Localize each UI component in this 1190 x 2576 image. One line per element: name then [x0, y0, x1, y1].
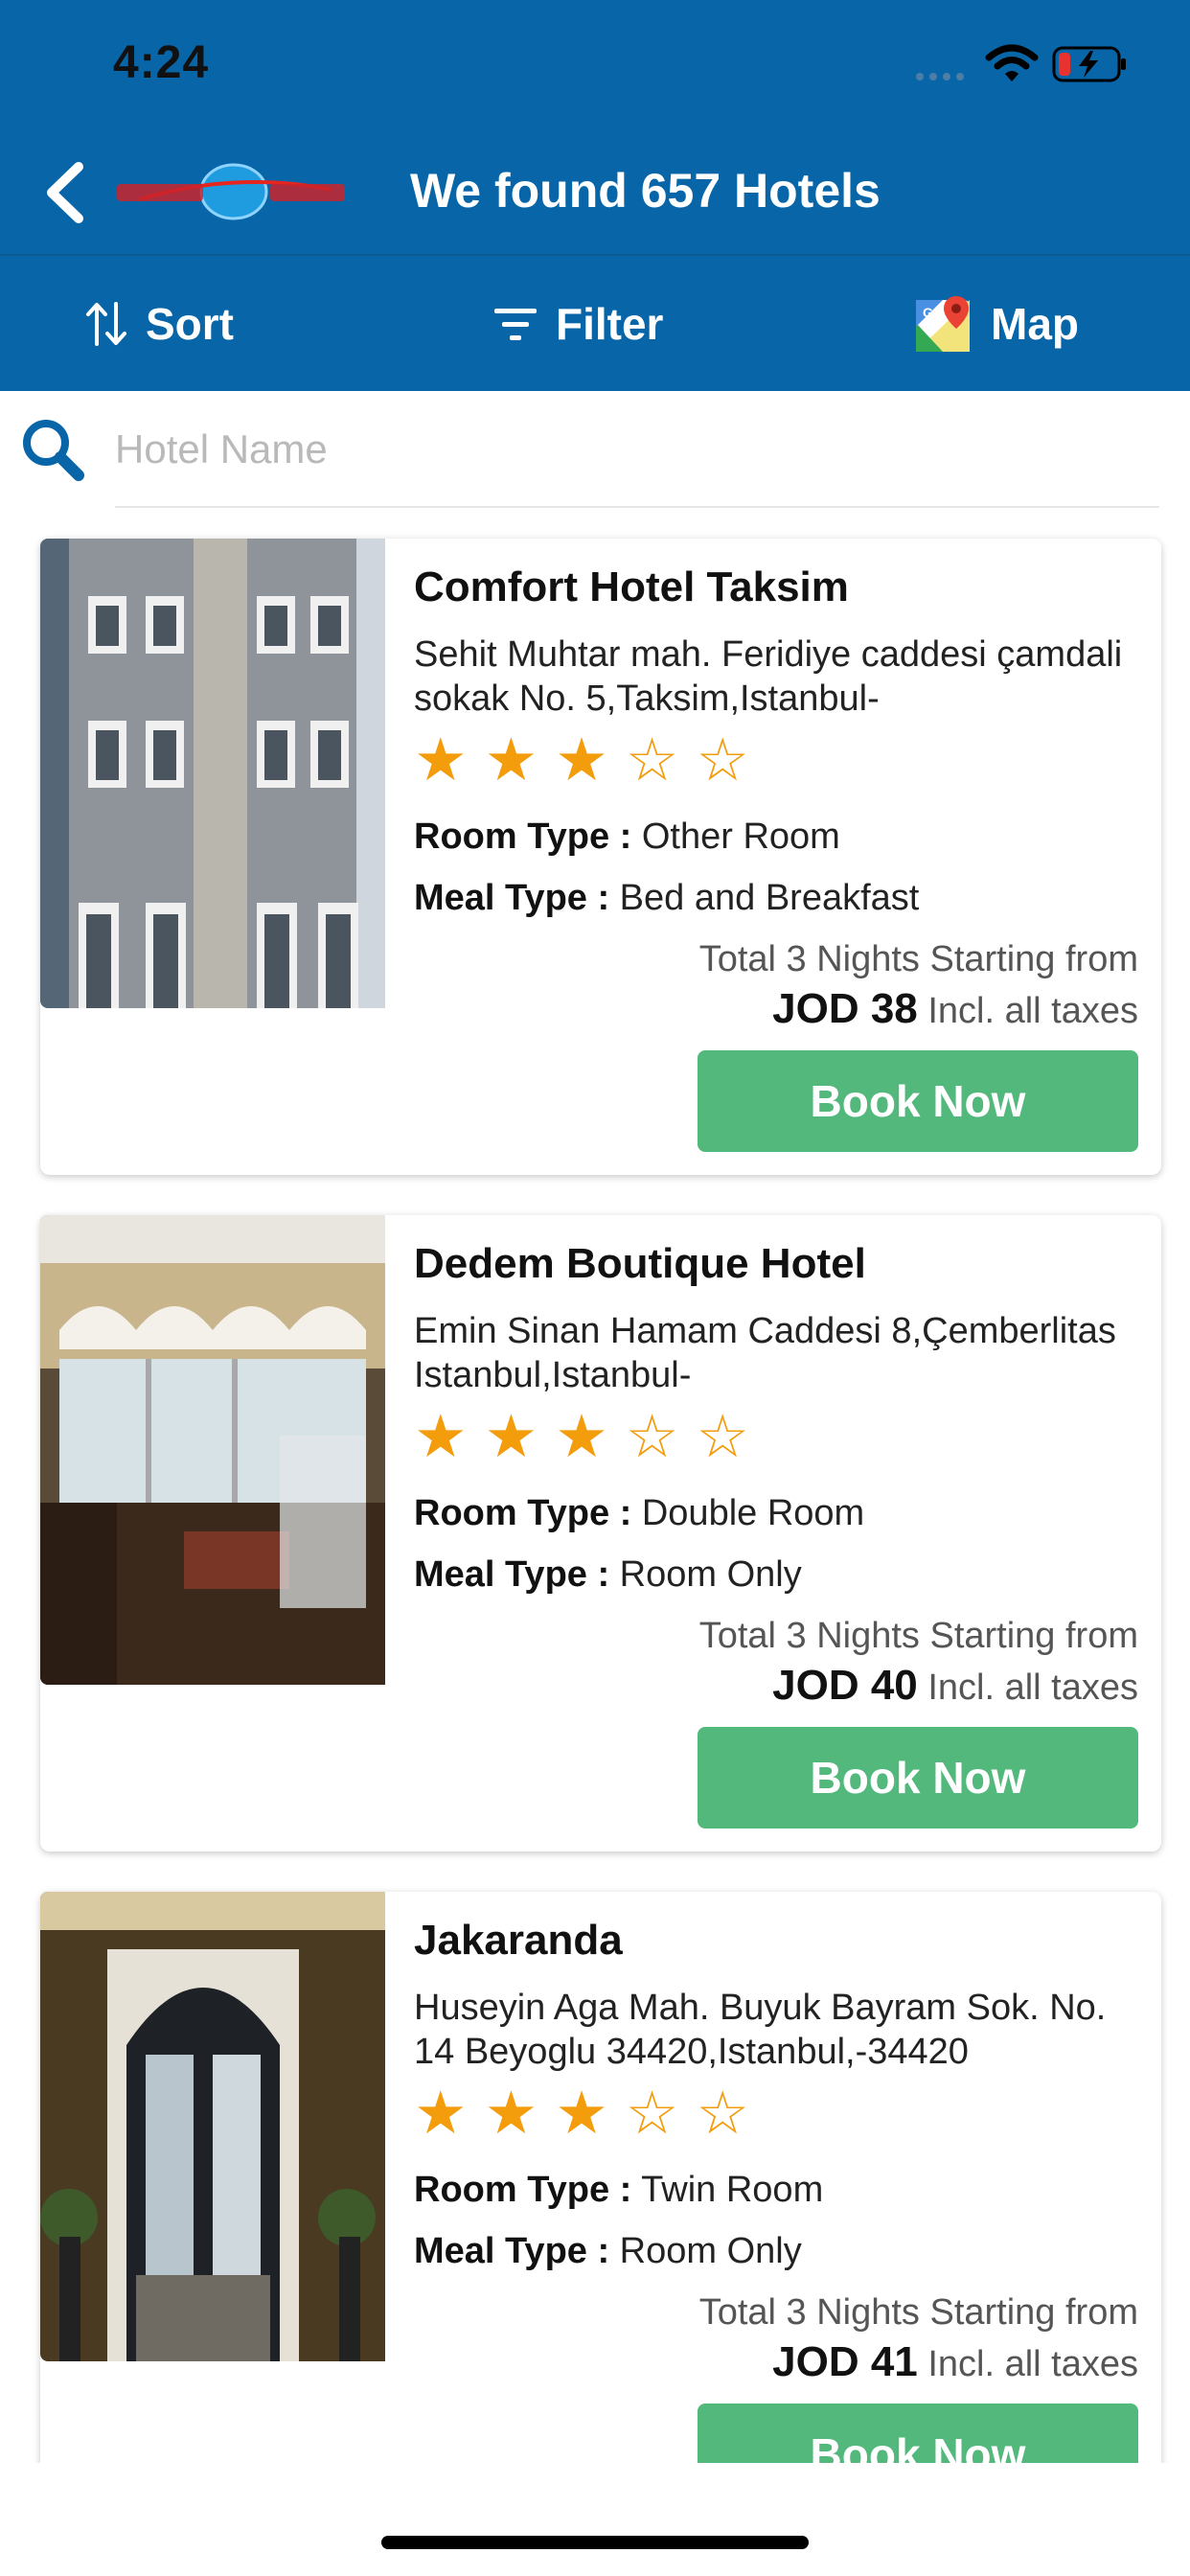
- brand-logo: [117, 163, 345, 220]
- svg-text:G: G: [923, 305, 933, 320]
- meal-type: Meal Type : Room Only: [414, 1554, 802, 1596]
- wifi-icon: [985, 44, 1039, 81]
- meal-type-value: Room Only: [609, 2231, 802, 2271]
- star-filled-icon: ★: [414, 724, 468, 794]
- page-title: We found 657 Hotels: [410, 164, 881, 218]
- cellular-signal-icon: [916, 73, 964, 80]
- hotel-address: Sehit Muhtar mah. Feridiye caddesi çamda…: [414, 634, 1123, 719]
- star-rating: ★ ★ ★ ☆ ☆: [414, 730, 749, 790]
- search-icon: [23, 420, 84, 481]
- book-now-button[interactable]: Book Now: [698, 1050, 1138, 1152]
- meal-type-value: Room Only: [609, 1554, 802, 1595]
- results-toolbar: Sort Filter G Map: [0, 257, 1190, 391]
- back-arrow-icon[interactable]: [38, 159, 96, 226]
- star-empty-icon: ☆: [625, 2078, 679, 2148]
- room-type-label: Room Type :: [414, 816, 632, 857]
- star-rating: ★ ★ ★ ☆ ☆: [414, 1407, 749, 1466]
- room-type-value: Other Room: [631, 816, 840, 857]
- meal-type: Meal Type : Room Only: [414, 2231, 802, 2272]
- home-indicator[interactable]: [381, 2536, 809, 2549]
- price: JOD 38 Incl. all taxes: [772, 985, 1138, 1033]
- hotel-card[interactable]: Jakaranda Huseyin Aga Mah. Buyuk Bayram …: [40, 1892, 1161, 2463]
- room-type-label: Room Type :: [414, 2170, 632, 2210]
- tax-note: Incl. all taxes: [917, 1668, 1138, 1708]
- battery-charging-icon: [1052, 46, 1126, 82]
- google-maps-icon: G: [916, 296, 970, 352]
- status-time: 4:24: [113, 37, 210, 88]
- price: JOD 40 Incl. all taxes: [772, 1662, 1138, 1710]
- star-filled-icon: ★: [555, 1401, 608, 1471]
- filter-icon: [494, 309, 537, 340]
- hotel-name-search-input[interactable]: [115, 420, 1150, 479]
- room-type-value: Twin Room: [631, 2170, 824, 2210]
- status-bar: 4:24: [0, 0, 1190, 125]
- hotel-photo[interactable]: [40, 1215, 385, 1685]
- price-amount: JOD 38: [772, 985, 918, 1032]
- header-divider: [0, 254, 1190, 256]
- star-empty-icon: ☆: [696, 1401, 749, 1471]
- book-now-button[interactable]: Book Now: [698, 2404, 1138, 2463]
- bottom-safe-area: [0, 2463, 1190, 2576]
- hotel-photo[interactable]: [40, 1892, 385, 2361]
- map-label: Map: [991, 299, 1079, 349]
- star-empty-icon: ☆: [696, 724, 749, 794]
- meal-type-label: Meal Type :: [414, 878, 610, 918]
- price-note: Total 3 Nights Starting from: [698, 1616, 1138, 1656]
- hotel-search-bar: [0, 391, 1190, 508]
- filter-button[interactable]: Filter: [492, 257, 663, 391]
- hotel-card[interactable]: Dedem Boutique Hotel Emin Sinan Hamam Ca…: [40, 1215, 1161, 1852]
- hotel-name[interactable]: Comfort Hotel Taksim: [414, 564, 849, 611]
- star-filled-icon: ★: [484, 1401, 538, 1471]
- sort-label: Sort: [146, 299, 234, 349]
- room-type: Room Type : Twin Room: [414, 2170, 823, 2211]
- price-note: Total 3 Nights Starting from: [698, 2292, 1138, 2333]
- hotel-name[interactable]: Jakaranda: [414, 1917, 623, 1965]
- room-type: Room Type : Double Room: [414, 1493, 864, 1534]
- meal-type-value: Bed and Breakfast: [609, 878, 920, 918]
- room-type: Room Type : Other Room: [414, 816, 840, 858]
- star-filled-icon: ★: [484, 2078, 538, 2148]
- meal-type-label: Meal Type :: [414, 2231, 610, 2271]
- room-type-value: Double Room: [631, 1493, 865, 1533]
- tax-note: Incl. all taxes: [917, 991, 1138, 1031]
- star-filled-icon: ★: [555, 724, 608, 794]
- hotel-card[interactable]: Comfort Hotel Taksim Sehit Muhtar mah. F…: [40, 539, 1161, 1175]
- price-note: Total 3 Nights Starting from: [698, 939, 1138, 979]
- hotel-address: Emin Sinan Hamam Caddesi 8,Çemberlitas I…: [414, 1311, 1116, 1395]
- hotel-address: Huseyin Aga Mah. Buyuk Bayram Sok. No. 1…: [414, 1988, 1107, 2072]
- star-filled-icon: ★: [414, 1401, 468, 1471]
- price-amount: JOD 40: [772, 1662, 918, 1709]
- tax-note: Incl. all taxes: [917, 2344, 1138, 2384]
- room-type-label: Room Type :: [414, 1493, 632, 1533]
- star-filled-icon: ★: [555, 2078, 608, 2148]
- star-filled-icon: ★: [414, 2078, 468, 2148]
- book-now-button[interactable]: Book Now: [698, 1727, 1138, 1828]
- sort-button[interactable]: Sort: [84, 257, 234, 391]
- hotel-results-list: Comfort Hotel Taksim Sehit Muhtar mah. F…: [0, 508, 1190, 2463]
- sort-icon: [86, 302, 126, 346]
- meal-type: Meal Type : Bed and Breakfast: [414, 878, 919, 919]
- star-rating: ★ ★ ★ ☆ ☆: [414, 2083, 749, 2143]
- filter-label: Filter: [556, 299, 664, 349]
- star-empty-icon: ☆: [625, 724, 679, 794]
- meal-type-label: Meal Type :: [414, 1554, 610, 1595]
- map-button[interactable]: G Map: [914, 257, 1079, 391]
- hotel-name[interactable]: Dedem Boutique Hotel: [414, 1240, 866, 1288]
- star-empty-icon: ☆: [625, 1401, 679, 1471]
- price: JOD 41 Incl. all taxes: [772, 2338, 1138, 2386]
- star-filled-icon: ★: [484, 724, 538, 794]
- hotel-photo[interactable]: [40, 539, 385, 1008]
- star-empty-icon: ☆: [696, 2078, 749, 2148]
- price-amount: JOD 41: [772, 2338, 918, 2385]
- app-header: 4:24 We found 657 Hotels Sort Filter G M…: [0, 0, 1190, 391]
- navigation-bar: We found 657 Hotels: [0, 134, 1190, 255]
